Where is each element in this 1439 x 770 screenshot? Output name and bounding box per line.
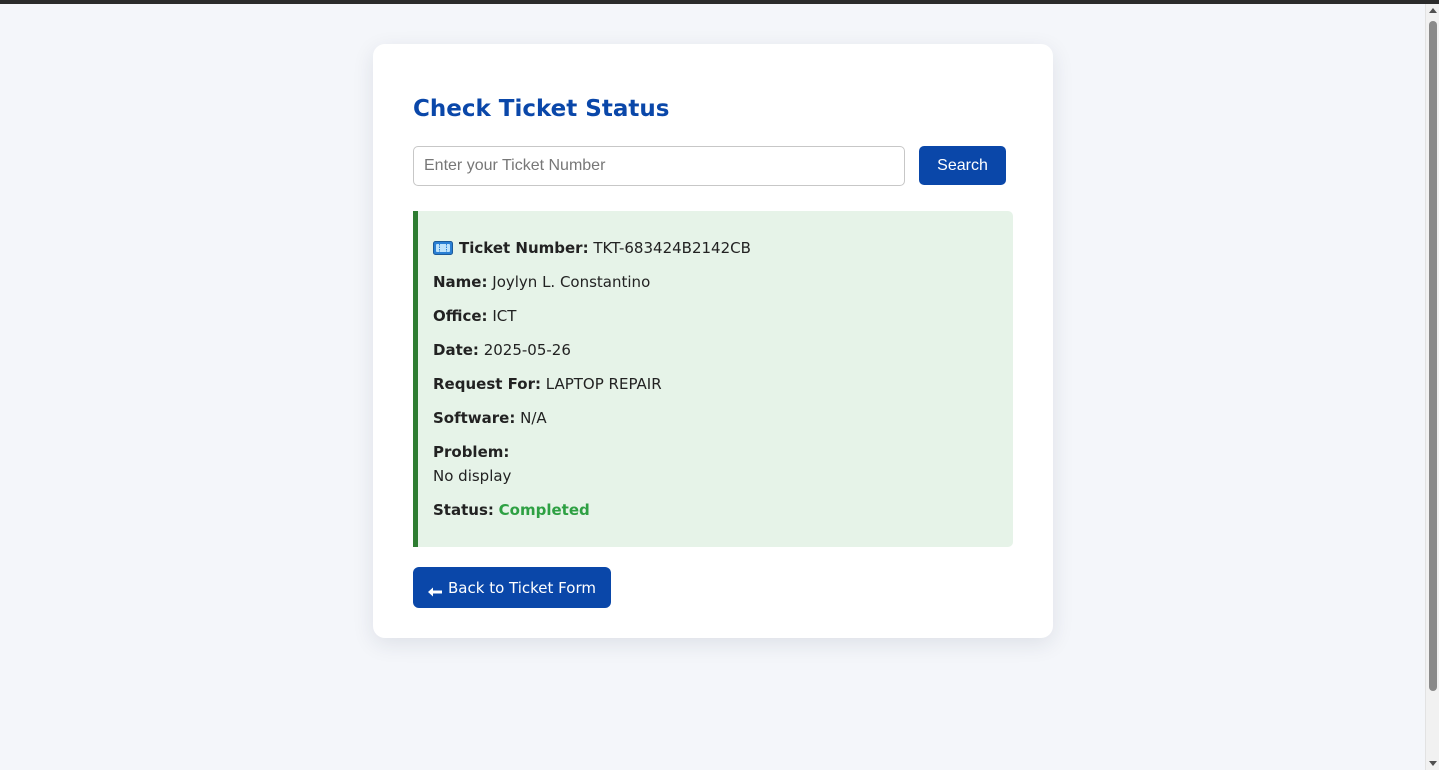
date-label: Date: bbox=[433, 341, 479, 359]
request-for-label: Request For: bbox=[433, 375, 541, 393]
date-value: 2025-05-26 bbox=[483, 341, 571, 359]
problem-value: No display bbox=[433, 467, 512, 485]
office-value: ICT bbox=[492, 307, 517, 325]
scroll-up-icon[interactable] bbox=[1429, 8, 1437, 13]
ticket-result-panel: Ticket Number: TKT-683424B2142CB Name: J… bbox=[413, 211, 1013, 547]
office-row: Office: ICT bbox=[433, 306, 1013, 340]
name-label: Name: bbox=[433, 273, 488, 291]
status-row: Status: Completed bbox=[433, 500, 1013, 534]
scroll-down-icon[interactable] bbox=[1429, 761, 1437, 766]
ticket-number-label: Ticket Number: bbox=[459, 239, 589, 257]
ticket-number-value: TKT-683424B2142CB bbox=[593, 239, 751, 257]
status-label: Status: bbox=[433, 501, 494, 519]
arrow-left-icon bbox=[428, 583, 443, 596]
software-value: N/A bbox=[520, 409, 547, 427]
page-title: Check Ticket Status bbox=[413, 96, 670, 122]
request-for-value: LAPTOP REPAIR bbox=[545, 375, 662, 393]
browser-top-border bbox=[0, 0, 1439, 4]
name-row: Name: Joylyn L. Constantino bbox=[433, 272, 1013, 306]
name-value: Joylyn L. Constantino bbox=[492, 273, 651, 291]
back-to-ticket-form-button[interactable]: Back to Ticket Form bbox=[413, 567, 611, 608]
office-label: Office: bbox=[433, 307, 488, 325]
software-label: Software: bbox=[433, 409, 516, 427]
ticket-number-row: Ticket Number: TKT-683424B2142CB bbox=[433, 238, 1013, 272]
search-button[interactable]: Search bbox=[919, 146, 1006, 185]
problem-label: Problem: bbox=[433, 443, 510, 461]
ticket-number-input[interactable] bbox=[413, 146, 905, 186]
ticket-status-card: Check Ticket Status Search Ticket Number… bbox=[373, 44, 1053, 638]
back-button-label: Back to Ticket Form bbox=[448, 578, 596, 597]
software-row: Software: N/A bbox=[433, 408, 1013, 442]
problem-row: Problem: No display bbox=[433, 442, 1013, 500]
date-row: Date: 2025-05-26 bbox=[433, 340, 1013, 374]
request-for-row: Request For: LAPTOP REPAIR bbox=[433, 374, 1013, 408]
ticket-icon bbox=[433, 240, 453, 255]
page-scrollbar[interactable] bbox=[1425, 4, 1439, 770]
scrollbar-thumb[interactable] bbox=[1429, 21, 1437, 691]
status-badge: Completed bbox=[498, 501, 590, 519]
